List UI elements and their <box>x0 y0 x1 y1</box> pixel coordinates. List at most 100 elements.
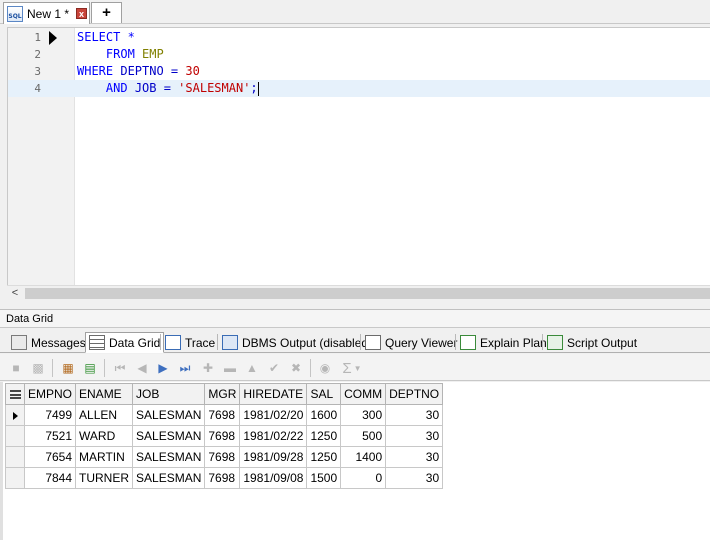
table-row[interactable]: 7499 ALLEN SALESMAN 7698 1981/02/20 1600… <box>5 404 444 426</box>
tab-label: DBMS Output (disabled) <box>242 335 373 350</box>
execution-pointer-icon <box>49 31 57 45</box>
editor-line-4[interactable]: 4 AND JOB = 'SALESMAN'; <box>8 80 710 97</box>
tab-data-grid[interactable]: Data Grid <box>85 332 165 353</box>
cell-sal[interactable]: 1250 <box>306 425 342 447</box>
tab-label: Trace <box>185 335 216 350</box>
insert-record-icon[interactable]: ✚ <box>198 358 218 378</box>
column-header[interactable]: JOB <box>132 383 206 405</box>
cell-empno[interactable]: 7844 <box>23 467 77 489</box>
export-icon[interactable]: ■ <box>6 358 26 378</box>
row-indicator[interactable] <box>5 467 25 489</box>
tab-trace[interactable]: Trace <box>162 332 218 353</box>
toolbar-separator <box>52 359 53 377</box>
document-tab-label: New 1 * <box>27 6 70 21</box>
tab-messages[interactable]: Messages <box>8 332 89 353</box>
new-tab-button[interactable]: + <box>91 2 122 23</box>
data-grid[interactable]: EMPNO ENAME JOB MGR HIREDATE SAL COMM DE… <box>0 382 710 540</box>
cell-ename[interactable]: WARD <box>75 425 134 447</box>
result-tabs-bar: Messages Data Grid Trace DBMS Output (di… <box>0 330 710 353</box>
cell-ename[interactable]: ALLEN <box>75 404 134 426</box>
edit-record-icon[interactable]: ▲ <box>242 358 262 378</box>
cell-sal[interactable]: 1500 <box>306 467 342 489</box>
cell-sal[interactable]: 1600 <box>306 404 342 426</box>
query-viewer-icon <box>365 335 381 350</box>
data-grid-icon <box>89 335 105 350</box>
cell-ename[interactable]: MARTIN <box>75 446 134 468</box>
row-indicator[interactable] <box>5 446 25 468</box>
cell-comm[interactable]: 0 <box>340 467 387 489</box>
cell-deptno[interactable]: 30 <box>385 467 444 489</box>
cell-job[interactable]: SALESMAN <box>132 467 206 489</box>
cell-job[interactable]: SALESMAN <box>132 425 206 447</box>
document-tab-new-1[interactable]: SQL New 1 * x <box>3 2 90 24</box>
cell-hiredate[interactable]: 1981/02/22 <box>239 425 308 447</box>
column-header[interactable]: SAL <box>306 383 342 405</box>
tab-explain-plan[interactable]: Explain Plan <box>457 332 550 353</box>
column-header[interactable]: ENAME <box>75 383 134 405</box>
tab-label: Script Output <box>567 335 638 350</box>
tab-separator <box>160 334 161 350</box>
tab-dbms-output[interactable]: DBMS Output (disabled) <box>219 332 375 353</box>
first-record-icon[interactable]: ⏮ <box>110 358 130 378</box>
tab-query-viewer[interactable]: Query Viewer <box>362 332 460 353</box>
tab-label: Explain Plan <box>480 335 547 350</box>
scrollbar-thumb[interactable] <box>25 288 710 299</box>
splitter[interactable] <box>0 301 710 310</box>
toolbar-separator <box>104 359 105 377</box>
close-tab-icon[interactable]: x <box>76 8 88 19</box>
cell-mgr[interactable]: 7698 <box>204 425 241 447</box>
cell-mgr[interactable]: 7698 <box>204 404 241 426</box>
editor-horizontal-scrollbar[interactable]: < <box>7 285 710 301</box>
grid-settings-icon[interactable]: ▦ <box>58 358 78 378</box>
editor-line-2[interactable]: 2 FROM EMP <box>8 46 710 63</box>
cell-comm[interactable]: 500 <box>340 425 387 447</box>
column-header[interactable]: MGR <box>204 383 241 405</box>
cell-comm[interactable]: 300 <box>340 404 387 426</box>
sql-editor[interactable]: 1 SELECT * 2 FROM EMP 3 WHERE DEPTNO = 3… <box>7 27 710 286</box>
sql-file-icon: SQL <box>7 5 23 22</box>
cell-job[interactable]: SALESMAN <box>132 404 206 426</box>
table-row[interactable]: 7654 MARTIN SALESMAN 7698 1981/09/28 125… <box>5 446 444 468</box>
delete-record-icon[interactable]: ▬ <box>220 358 240 378</box>
next-record-icon[interactable]: ▶ <box>153 358 173 378</box>
scroll-left-icon[interactable]: < <box>7 286 23 301</box>
record-view-icon[interactable]: ▤ <box>80 358 100 378</box>
cell-empno[interactable]: 7654 <box>23 446 77 468</box>
tab-separator <box>360 334 361 350</box>
cell-sal[interactable]: 1250 <box>306 446 342 468</box>
cell-hiredate[interactable]: 1981/09/08 <box>239 467 308 489</box>
cell-deptno[interactable]: 30 <box>385 404 444 426</box>
cell-empno[interactable]: 7521 <box>23 425 77 447</box>
cell-job[interactable]: SALESMAN <box>132 446 206 468</box>
tab-separator <box>542 334 543 350</box>
row-indicator[interactable] <box>5 404 25 426</box>
last-record-icon[interactable]: ⏭ <box>175 358 195 378</box>
cell-deptno[interactable]: 30 <box>385 446 444 468</box>
cell-mgr[interactable]: 7698 <box>204 446 241 468</box>
print-icon[interactable]: ▩ <box>28 358 48 378</box>
row-indicator[interactable] <box>5 425 25 447</box>
explain-plan-icon <box>460 335 476 350</box>
editor-line-3[interactable]: 3 WHERE DEPTNO = 30 <box>8 63 710 80</box>
tab-script-output[interactable]: Script Output <box>544 332 640 353</box>
cell-mgr[interactable]: 7698 <box>204 467 241 489</box>
table-row[interactable]: 7844 TURNER SALESMAN 7698 1981/09/08 150… <box>5 467 444 489</box>
editor-line-1[interactable]: 1 SELECT * <box>8 29 710 46</box>
cell-hiredate[interactable]: 1981/02/20 <box>239 404 308 426</box>
cell-deptno[interactable]: 30 <box>385 425 444 447</box>
cell-empno[interactable]: 7499 <box>23 404 77 426</box>
column-header[interactable]: DEPTNO <box>385 383 444 405</box>
table-row[interactable]: 7521 WARD SALESMAN 7698 1981/02/22 1250 … <box>5 425 444 447</box>
aggregate-icon[interactable]: ◉ <box>315 358 335 378</box>
prior-record-icon[interactable]: ◀ <box>132 358 152 378</box>
grid-menu-button[interactable] <box>5 383 25 405</box>
column-header[interactable]: HIREDATE <box>239 383 308 405</box>
sum-dropdown-icon[interactable]: Σ ▼ <box>337 358 367 378</box>
cell-hiredate[interactable]: 1981/09/28 <box>239 446 308 468</box>
column-header[interactable]: EMPNO <box>23 383 77 405</box>
post-edit-icon[interactable]: ✔ <box>264 358 284 378</box>
cell-comm[interactable]: 1400 <box>340 446 387 468</box>
cell-ename[interactable]: TURNER <box>75 467 134 489</box>
column-header[interactable]: COMM <box>340 383 387 405</box>
cancel-edit-icon[interactable]: ✖ <box>286 358 306 378</box>
